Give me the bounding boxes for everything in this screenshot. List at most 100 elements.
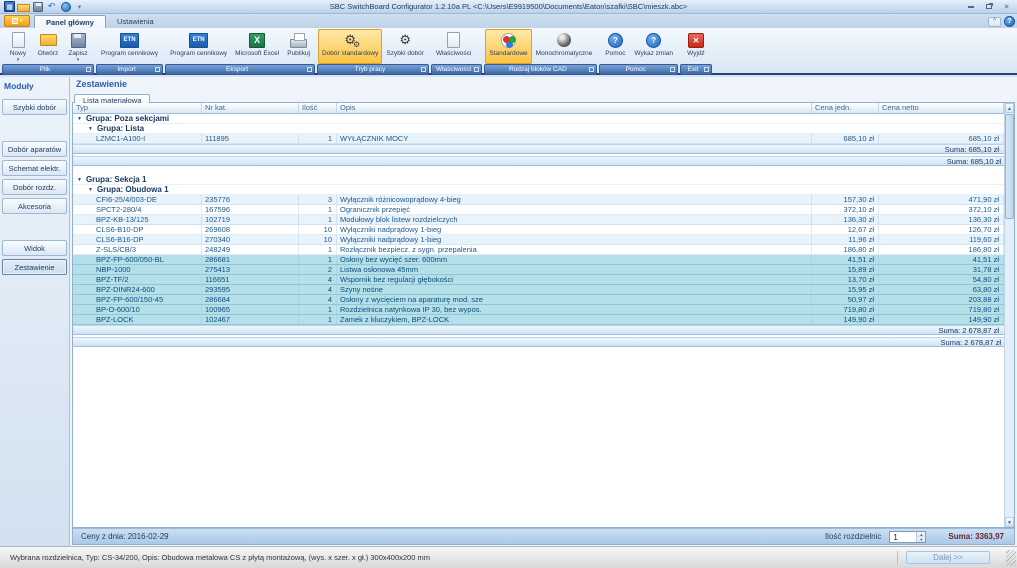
vertical-scrollbar[interactable]: ▲ ▼ [1004, 103, 1014, 527]
group-row[interactable]: ▼ Grupa: Lista [73, 124, 1004, 134]
dialog-launcher-icon[interactable] [86, 67, 91, 72]
dialog-launcher-icon[interactable] [704, 67, 709, 72]
collapse-arrow-icon[interactable]: ▼ [88, 187, 93, 193]
cell-ilosc: 2 [299, 265, 337, 274]
ribbon-button-program-cennikowy[interactable]: Program cennikowy [166, 29, 231, 64]
ribbon-button-standardowe[interactable]: Standardowe [485, 29, 532, 64]
table-row[interactable]: CLS6-B10-DP 269608 10 Wyłączniki nadprądowy… [73, 225, 1004, 235]
column-header-typ[interactable]: Typ [73, 103, 202, 113]
table-row[interactable]: Z-SLS/CB/3 248249 1 Rozłącznik bezpiecz. z … [73, 245, 1004, 255]
tab-panel-glowny[interactable]: Panel główny [34, 15, 106, 28]
ribbon-button-pomoc[interactable]: Pomoc [600, 29, 630, 64]
scroll-up-icon[interactable]: ▲ [1005, 103, 1014, 113]
collapse-arrow-icon[interactable]: ▼ [77, 116, 82, 122]
ribbon-button-szybki-dob-r[interactable]: Szybki dobór [382, 29, 428, 64]
undo-icon[interactable]: ↶ [45, 1, 58, 13]
ribbon-group-caption: Plik [2, 64, 94, 75]
ribbon-group-caption: Rodzaj bloków CAD [484, 64, 598, 75]
column-header-nr-kat[interactable]: Nr kat. [202, 103, 299, 113]
collapse-ribbon-icon[interactable]: ^ [988, 16, 1001, 27]
collapse-arrow-icon[interactable]: ▼ [88, 126, 93, 132]
table-row[interactable]: NBP-1000 275413 2 Listwa osłonowa 45mm 15,89… [73, 265, 1004, 275]
ribbon-button-label: Publikuj [287, 50, 310, 57]
resize-grip-icon[interactable] [1006, 549, 1016, 566]
modules-sidebar: Moduły Szybki dobór Dobór aparatów Schemat… [0, 77, 70, 546]
sidebar-item-schemat-elektr[interactable]: Schemat elektr. [2, 160, 67, 176]
restore-button[interactable] [981, 2, 996, 12]
open-icon [38, 31, 58, 49]
ribbon-button-dob-r-standardowy[interactable]: Dobór standardowy [318, 29, 383, 64]
cell-opis: WYŁĄCZNIK MOCY [337, 134, 812, 143]
sidebar-item-dob-r-rozdz[interactable]: Dobór rozdz. [2, 179, 67, 195]
table-row[interactable]: BPZ-KB-13/125 102719 1 Modułowy blok listew… [73, 215, 1004, 225]
table-row[interactable]: BPZ-FP-600/050-BL 286681 1 Osłony bez wycię… [73, 255, 1004, 265]
cell-opis: Wyłączniki nadprądowy 1-bieg [337, 225, 812, 234]
cell-ilosc: 1 [299, 305, 337, 314]
sidebar-item-zestawienie[interactable]: Zestawienie [2, 259, 67, 275]
refresh-globe-icon[interactable] [59, 1, 72, 13]
ribbon-button-wyjd[interactable]: Wyjdź [681, 29, 711, 64]
open-icon[interactable] [17, 1, 30, 13]
collapse-arrow-icon[interactable]: ▼ [77, 177, 82, 183]
rgb-disc [501, 32, 517, 48]
minimize-button[interactable] [963, 2, 978, 12]
ribbon-button-program-cennikowy[interactable]: Program cennikowy [97, 29, 162, 64]
group-row[interactable]: ▼ Grupa: Obudowa 1 [73, 185, 1004, 195]
sidebar-item-akcesoria[interactable]: Akcesoria [2, 198, 67, 214]
cell-ilosc: 10 [299, 235, 337, 244]
quick-access-more-icon[interactable]: ▾ [73, 1, 86, 13]
dialog-launcher-icon[interactable] [420, 67, 426, 72]
stepper-down-icon[interactable]: ▼ [917, 536, 926, 542]
ribbon-button-otw-rz[interactable]: Otwórz [33, 29, 63, 64]
sidebar-item-szybki-dob-r[interactable]: Szybki dobór [2, 99, 67, 115]
dialog-launcher-icon[interactable] [589, 67, 595, 72]
dialog-launcher-icon[interactable] [670, 67, 675, 72]
table-row[interactable]: BPZ-FP-600/150-45 286684 4 Osłony z wycięci… [73, 295, 1004, 305]
ribbon-button-nowy[interactable]: Nowy ▾ [3, 29, 33, 64]
quantity-stepper[interactable]: 1 ▲ ▼ [889, 530, 927, 543]
cell-nr-kat: 167596 [202, 205, 299, 214]
cell-cena-jedn: 136,30 zł [812, 215, 879, 224]
status-bar: Wybrana rozdzielnica, Typ: CS-34/200, Op… [0, 546, 1017, 568]
table-row[interactable]: LZMC1-A100-I 111895 1 WYŁĄCZNIK MOCY 685,10 … [73, 134, 1004, 144]
dialog-launcher-icon[interactable] [155, 67, 161, 72]
group-row[interactable]: ▼ Grupa: Poza sekcjami [73, 114, 1004, 124]
panel-footer: Ceny z dnia: 2016-02-29 Ilość rozdzielni… [72, 528, 1015, 545]
sidebar-item-widok[interactable]: Widok [2, 240, 67, 256]
column-header-cena-jedn[interactable]: Cena jedn. [812, 103, 879, 113]
application-orb-button[interactable]: ▾ [4, 15, 30, 27]
sidebar-item-dob-r-aparat-w[interactable]: Dobór aparatów [2, 141, 67, 157]
ribbon-button-microsoft-excel[interactable]: Microsoft Excel [231, 29, 283, 64]
sidebar-items: Szybki dobór Dobór aparatów Schemat elektr… [0, 99, 69, 275]
ribbon-button-wykaz-zmian[interactable]: Wykaz zmian [630, 29, 677, 64]
column-header-ilo[interactable]: Ilość [299, 103, 337, 113]
quantity-value[interactable]: 1 [890, 532, 916, 542]
ribbon-button-w-a-ciwo-ci[interactable]: Właściwości [432, 29, 475, 64]
table-row[interactable]: CLS6-B16-DP 270340 10 Wyłączniki nadprądowy… [73, 235, 1004, 245]
table-header: Typ Nr kat. Ilość Opis Cena jedn. Cena netto [73, 103, 1004, 114]
save-icon[interactable] [31, 1, 44, 13]
dialog-launcher-icon[interactable] [474, 67, 480, 72]
table-row[interactable]: SPCT2-280/4 167596 1 Ogranicznik przepięć 37… [73, 205, 1004, 215]
table-row[interactable]: CFI6-25/4/003-DE 235776 3 Wyłącznik różnico… [73, 195, 1004, 205]
close-button[interactable]: ✕ [999, 2, 1014, 12]
ribbon-button-publikuj[interactable]: Publikuj [283, 29, 314, 64]
table-row[interactable]: BPZ-LOCK 102467 1 Zamek z kluczykiem, BPZ-L… [73, 315, 1004, 325]
ribbon-button-zapisz[interactable]: Zapisz ▾ [63, 29, 93, 64]
help-icon[interactable]: ? [1004, 16, 1015, 27]
table-row[interactable]: BPZ-DINR24-600 293595 4 Szyny nośne 15,95 zł… [73, 285, 1004, 295]
table-row[interactable]: BP-O-600/10 100965 1 Rozdzielnica natynkowa… [73, 305, 1004, 315]
scroll-down-icon[interactable]: ▼ [1005, 517, 1014, 527]
exit-icon [686, 31, 706, 49]
group-row[interactable]: ▼ Grupa: Sekcja 1 [73, 175, 1004, 185]
dialog-launcher-icon[interactable] [307, 67, 312, 72]
tab-ustawienia[interactable]: Ustawienia [106, 15, 165, 28]
scrollbar-thumb[interactable] [1005, 114, 1014, 219]
column-header-opis[interactable]: Opis [337, 103, 812, 113]
ribbon-button-monochromatyczne[interactable]: Monochromatyczne [532, 29, 597, 64]
next-button[interactable]: Dalej >> [906, 551, 990, 564]
cell-cena-jedn: 12,67 zł [812, 225, 879, 234]
cell-typ: BPZ-DINR24-600 [73, 285, 202, 294]
column-header-cena-netto[interactable]: Cena netto [879, 103, 1004, 113]
table-row[interactable]: BPZ-TF/2 116651 4 Wspornik bez regulacji gł… [73, 275, 1004, 285]
